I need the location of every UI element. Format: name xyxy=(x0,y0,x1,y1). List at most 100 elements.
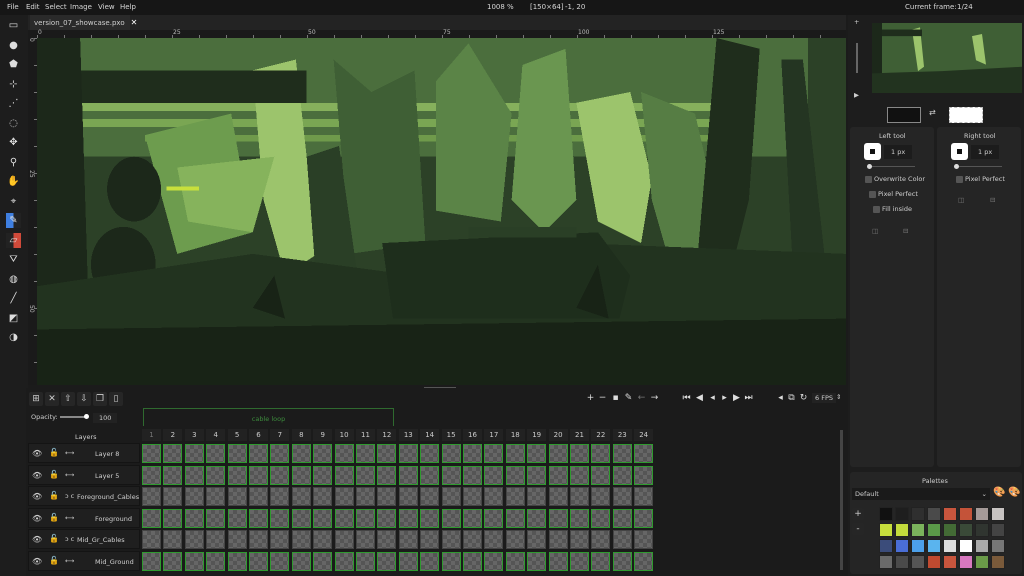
palette-swatch[interactable] xyxy=(959,507,973,521)
layer-row[interactable]: 👁 🔓 ⟷ Layer 8 xyxy=(28,443,140,463)
frame-header[interactable]: 14 xyxy=(420,429,440,441)
frame-cel[interactable] xyxy=(505,508,525,528)
palette-swatch[interactable] xyxy=(895,555,909,569)
menu-image[interactable]: Image xyxy=(70,3,92,11)
layer-row[interactable]: 👁 🔓 ⟷ Layer 5 xyxy=(28,464,140,485)
visibility-eye-icon[interactable]: 👁 xyxy=(32,514,42,523)
palette-swatch[interactable] xyxy=(895,539,909,553)
right-brush-type-button[interactable] xyxy=(951,143,968,160)
lock-icon[interactable]: 🔓 xyxy=(49,470,59,479)
menu-view[interactable]: View xyxy=(98,3,115,11)
layer-name[interactable]: Layer 5 xyxy=(95,472,119,480)
frame-header[interactable]: 7 xyxy=(270,429,290,441)
frame-cel[interactable] xyxy=(334,530,354,550)
rectangle-tool-icon[interactable]: ◩ xyxy=(6,311,21,326)
frame-header[interactable]: 18 xyxy=(505,429,525,441)
new-palette-icon[interactable]: 🎨 xyxy=(1008,487,1020,498)
frame-header[interactable]: 19 xyxy=(527,429,547,441)
frame-cel[interactable] xyxy=(463,530,482,550)
lock-icon[interactable]: 🔓 xyxy=(49,491,59,500)
palette-swatch[interactable] xyxy=(927,507,941,521)
link-icon[interactable]: ⟷ xyxy=(65,514,74,522)
palette-swatch[interactable] xyxy=(975,555,989,569)
frame-cel[interactable] xyxy=(398,465,418,485)
palette-swatch[interactable] xyxy=(895,523,909,537)
color-select-tool-icon[interactable]: ⊹ xyxy=(6,77,21,92)
frame-cel[interactable] xyxy=(291,508,311,528)
frame-cel[interactable] xyxy=(591,552,611,571)
palette-swatch[interactable] xyxy=(879,555,893,569)
onion-skin-settings-icon[interactable]: ⧉ xyxy=(786,392,797,404)
layer-name[interactable]: Foreground_Cables xyxy=(77,493,139,501)
frame-cel[interactable] xyxy=(505,552,525,571)
frame-cel[interactable] xyxy=(591,508,611,528)
frame-cel[interactable] xyxy=(548,530,568,550)
frame-cel[interactable] xyxy=(227,487,247,507)
frame-cel[interactable] xyxy=(441,465,461,485)
left-mirror-horizontal-icon[interactable]: ◫ xyxy=(872,227,878,235)
menu-file[interactable]: File xyxy=(7,3,19,11)
frame-cel[interactable] xyxy=(163,530,183,550)
add-color-button[interactable]: + xyxy=(852,508,864,520)
frame-cel[interactable] xyxy=(270,444,290,463)
visibility-eye-icon[interactable]: 👁 xyxy=(32,471,42,480)
link-icon[interactable]: ↄ c xyxy=(65,492,74,500)
frame-cel[interactable] xyxy=(227,508,247,528)
frame-header[interactable]: 8 xyxy=(291,429,311,441)
palette-swatch[interactable] xyxy=(911,523,925,537)
frame-cel[interactable] xyxy=(313,530,333,550)
fps-stepper[interactable]: ⇕ xyxy=(836,393,841,401)
palette-swatch[interactable] xyxy=(959,555,973,569)
frame-cel[interactable] xyxy=(270,552,290,571)
frame-cel[interactable] xyxy=(184,465,204,485)
frame-cel[interactable] xyxy=(356,487,375,507)
link-icon[interactable]: ⟷ xyxy=(65,471,74,479)
zoom-tool-icon[interactable]: ⚲ xyxy=(6,155,21,170)
palette-swatch[interactable] xyxy=(943,539,957,553)
magic-wand-tool-icon[interactable]: ⋰ xyxy=(6,96,21,111)
frame-cel[interactable] xyxy=(313,508,333,528)
frame-cel[interactable] xyxy=(398,530,418,550)
frame-cel[interactable] xyxy=(142,487,161,507)
opacity-value[interactable]: 100 xyxy=(93,413,118,423)
zoom-in-icon[interactable]: + xyxy=(854,18,859,26)
frame-cel[interactable] xyxy=(420,465,440,485)
edit-palette-icon[interactable]: 🎨 xyxy=(993,487,1005,498)
link-icon[interactable]: ⟷ xyxy=(65,557,74,565)
bucket-tool-icon[interactable]: ⛛ xyxy=(6,252,21,267)
frame-tag[interactable]: cable loop xyxy=(143,408,394,426)
fps-input[interactable]: 6 FPS xyxy=(812,393,836,403)
frame-cel[interactable] xyxy=(291,465,311,485)
palette-swatch[interactable] xyxy=(943,507,957,521)
left-size-slider[interactable] xyxy=(867,164,915,169)
frame-cel[interactable] xyxy=(163,508,183,528)
frame-cel[interactable] xyxy=(163,465,183,485)
frame-cel[interactable] xyxy=(249,487,268,507)
frame-cel[interactable] xyxy=(441,552,461,571)
frame-cel[interactable] xyxy=(334,444,354,463)
frame-cel[interactable] xyxy=(270,530,290,550)
frame-cel[interactable] xyxy=(570,487,589,507)
frame-header[interactable]: 13 xyxy=(398,429,418,441)
color-picker-tool-icon[interactable]: ⌖ xyxy=(6,194,21,209)
opacity-slider[interactable] xyxy=(60,414,89,419)
frame-cel[interactable] xyxy=(484,552,504,571)
frame-header[interactable]: 21 xyxy=(570,429,589,441)
frame-cel[interactable] xyxy=(527,552,547,571)
frame-cel[interactable] xyxy=(291,487,311,507)
frame-cel[interactable] xyxy=(184,508,204,528)
timeline-scrollbar[interactable] xyxy=(840,430,843,570)
menu-help[interactable]: Help xyxy=(120,3,136,11)
frame-cel[interactable] xyxy=(484,444,504,463)
frame-cel[interactable] xyxy=(505,465,525,485)
frame-cel[interactable] xyxy=(206,508,226,528)
frame-cel[interactable] xyxy=(377,508,397,528)
remove-layer-button[interactable]: ✕ xyxy=(45,392,59,406)
frame-header[interactable]: 17 xyxy=(484,429,504,441)
frame-header[interactable]: 9 xyxy=(313,429,333,441)
frame-cel[interactable] xyxy=(441,508,461,528)
frame-cel[interactable] xyxy=(420,444,440,463)
frame-cel[interactable] xyxy=(612,552,632,571)
frame-cel[interactable] xyxy=(548,487,568,507)
lock-icon[interactable]: 🔓 xyxy=(49,556,59,565)
